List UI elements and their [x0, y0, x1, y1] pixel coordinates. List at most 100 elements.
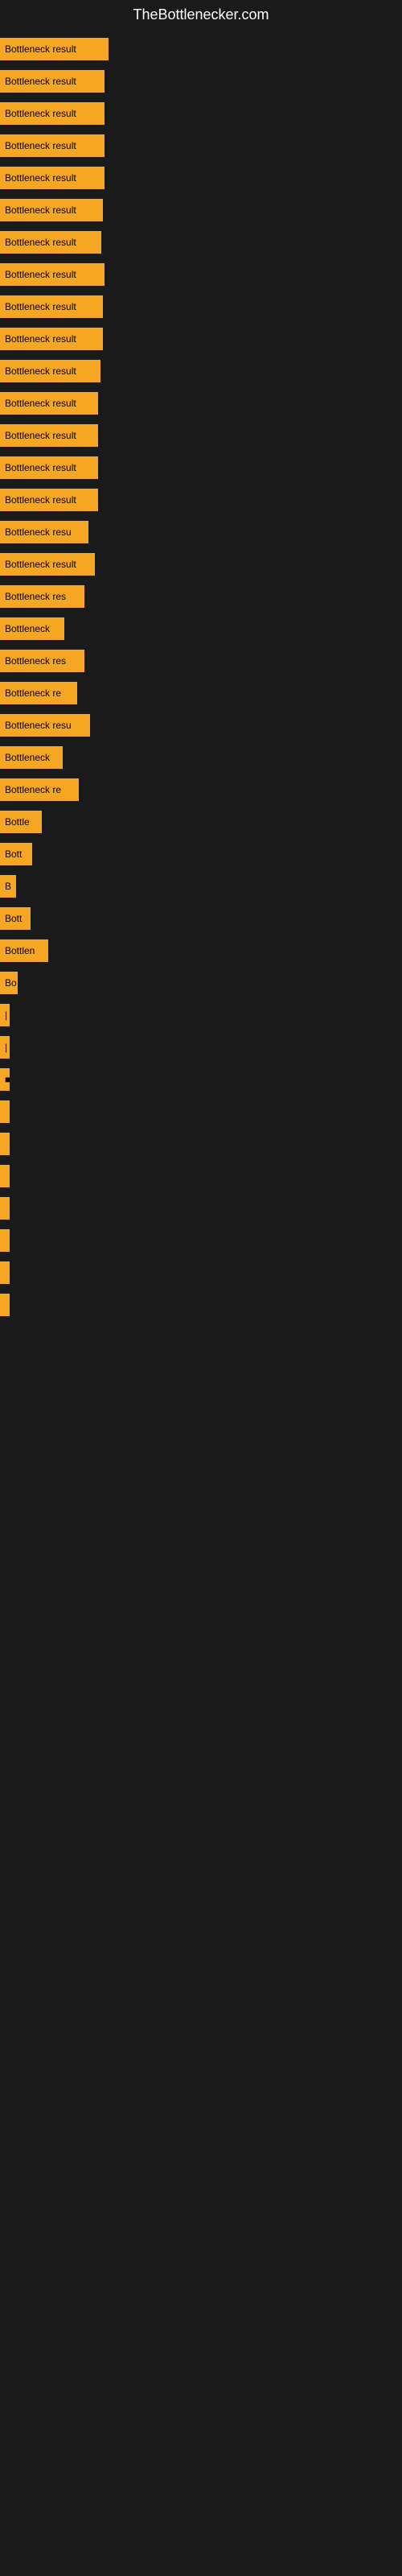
bar-row — [0, 1160, 402, 1192]
bottleneck-bar: Bottleneck — [0, 617, 64, 640]
bottleneck-bar — [0, 1294, 10, 1316]
bottleneck-bar: Bottleneck result — [0, 70, 105, 93]
bar-label: Bottleneck res — [5, 591, 66, 602]
bar-row: Bottleneck result — [0, 452, 402, 484]
bar-label: | — [5, 1042, 7, 1053]
bar-label: Bottleneck result — [5, 301, 76, 312]
bar-row: Bottleneck resu — [0, 709, 402, 741]
bar-row: Bottleneck re — [0, 774, 402, 806]
bottleneck-bar: | — [0, 1036, 10, 1059]
bar-label: Bottleneck re — [5, 784, 61, 795]
bottleneck-bar: Bottleneck re — [0, 682, 77, 704]
bar-row: Bottleneck result — [0, 484, 402, 516]
bar-row: Bo — [0, 967, 402, 999]
bottleneck-bar: ■ — [0, 1068, 10, 1091]
bar-label: Bottlen — [5, 945, 35, 956]
bar-row: Bottleneck result — [0, 194, 402, 226]
bottleneck-bar: Bottleneck result — [0, 392, 98, 415]
bottleneck-bar: Bottleneck result — [0, 456, 98, 479]
bottleneck-bar: Bo — [0, 972, 18, 994]
bottleneck-bar: Bott — [0, 843, 32, 865]
bars-container: Bottleneck result Bottleneck result Bottle… — [0, 30, 402, 1324]
bar-row: Bottleneck result — [0, 387, 402, 419]
bottleneck-bar: Bottleneck result — [0, 38, 109, 60]
bar-label: Bottleneck result — [5, 494, 76, 506]
bottleneck-bar — [0, 1197, 10, 1220]
bar-label: Bottleneck result — [5, 333, 76, 345]
bar-label: Bottleneck re — [5, 687, 61, 699]
bar-row: | — [0, 1031, 402, 1063]
bar-label: Bottle — [5, 816, 30, 828]
bar-label: Bottleneck — [5, 752, 50, 763]
bar-label: Bottleneck result — [5, 269, 76, 280]
bar-row: Bottleneck result — [0, 97, 402, 130]
bar-row: Bottleneck result — [0, 33, 402, 65]
site-title: TheBottlenecker.com — [0, 0, 402, 30]
bottleneck-bar: Bottleneck res — [0, 585, 84, 608]
bar-row — [0, 1224, 402, 1257]
bar-label: Bottleneck resu — [5, 720, 72, 731]
bottleneck-bar: Bottleneck result — [0, 102, 105, 125]
bar-row: Bottleneck result — [0, 291, 402, 323]
bar-row: | — [0, 999, 402, 1031]
bar-label: ■ — [5, 1074, 10, 1085]
bar-row: Bottleneck result — [0, 355, 402, 387]
bottleneck-bar: Bottleneck res — [0, 650, 84, 672]
bar-label: Bottleneck result — [5, 559, 76, 570]
bar-row: Bottleneck — [0, 613, 402, 645]
bar-row: Bottleneck — [0, 741, 402, 774]
bottleneck-bar — [0, 1165, 10, 1187]
bottleneck-bar: Bottleneck result — [0, 424, 98, 447]
bar-label: Bottleneck result — [5, 462, 76, 473]
bar-row: ■ — [0, 1063, 402, 1096]
bar-label: Bottleneck resu — [5, 526, 72, 538]
bar-label: Bottleneck result — [5, 140, 76, 151]
bar-row — [0, 1289, 402, 1321]
bottleneck-bar: Bottleneck result — [0, 295, 103, 318]
bottleneck-bar — [0, 1100, 10, 1123]
bar-label: Bottleneck result — [5, 43, 76, 55]
bar-row — [0, 1096, 402, 1128]
bottleneck-bar: Bottleneck result — [0, 199, 103, 221]
bar-label: Bottleneck — [5, 623, 50, 634]
bottleneck-bar: Bottleneck result — [0, 360, 100, 382]
bar-label: Bottleneck result — [5, 76, 76, 87]
bar-label: Bottleneck result — [5, 398, 76, 409]
bar-row: Bottleneck result — [0, 419, 402, 452]
bottleneck-bar: Bottlen — [0, 939, 48, 962]
bar-row: Bottleneck res — [0, 580, 402, 613]
bar-row: Bottleneck result — [0, 548, 402, 580]
bottleneck-bar: | — [0, 1004, 10, 1026]
bar-row: Bottleneck res — [0, 645, 402, 677]
bottleneck-bar: Bottleneck result — [0, 489, 98, 511]
bottleneck-bar: Bottle — [0, 811, 42, 833]
bar-row: Bottleneck resu — [0, 516, 402, 548]
bar-row: Bottle — [0, 806, 402, 838]
bottleneck-bar: Bottleneck result — [0, 328, 103, 350]
bar-row: Bottleneck result — [0, 226, 402, 258]
bottleneck-bar: Bottleneck — [0, 746, 63, 769]
bar-label: Bott — [5, 913, 22, 924]
bar-label: Bottleneck result — [5, 108, 76, 119]
bar-label: Bottleneck result — [5, 430, 76, 441]
bar-row: Bott — [0, 838, 402, 870]
bottleneck-bar: B — [0, 875, 16, 898]
bar-row: Bottleneck result — [0, 258, 402, 291]
bottleneck-bar — [0, 1261, 10, 1284]
bottleneck-bar: Bottleneck result — [0, 231, 101, 254]
bar-row: Bottleneck result — [0, 65, 402, 97]
bar-label: B — [5, 881, 11, 892]
bar-row: Bottlen — [0, 935, 402, 967]
bottleneck-bar: Bott — [0, 907, 31, 930]
bottleneck-bar: Bottleneck result — [0, 263, 105, 286]
bottleneck-bar: Bottleneck re — [0, 778, 79, 801]
bar-row — [0, 1257, 402, 1289]
bar-label: Bottleneck result — [5, 365, 76, 377]
bar-row: Bottleneck result — [0, 323, 402, 355]
bar-label: Bott — [5, 848, 22, 860]
bar-row: Bottleneck result — [0, 162, 402, 194]
bar-row: Bottleneck result — [0, 130, 402, 162]
bar-label: Bottleneck result — [5, 172, 76, 184]
bar-row: B — [0, 870, 402, 902]
bottleneck-bar: Bottleneck result — [0, 167, 105, 189]
